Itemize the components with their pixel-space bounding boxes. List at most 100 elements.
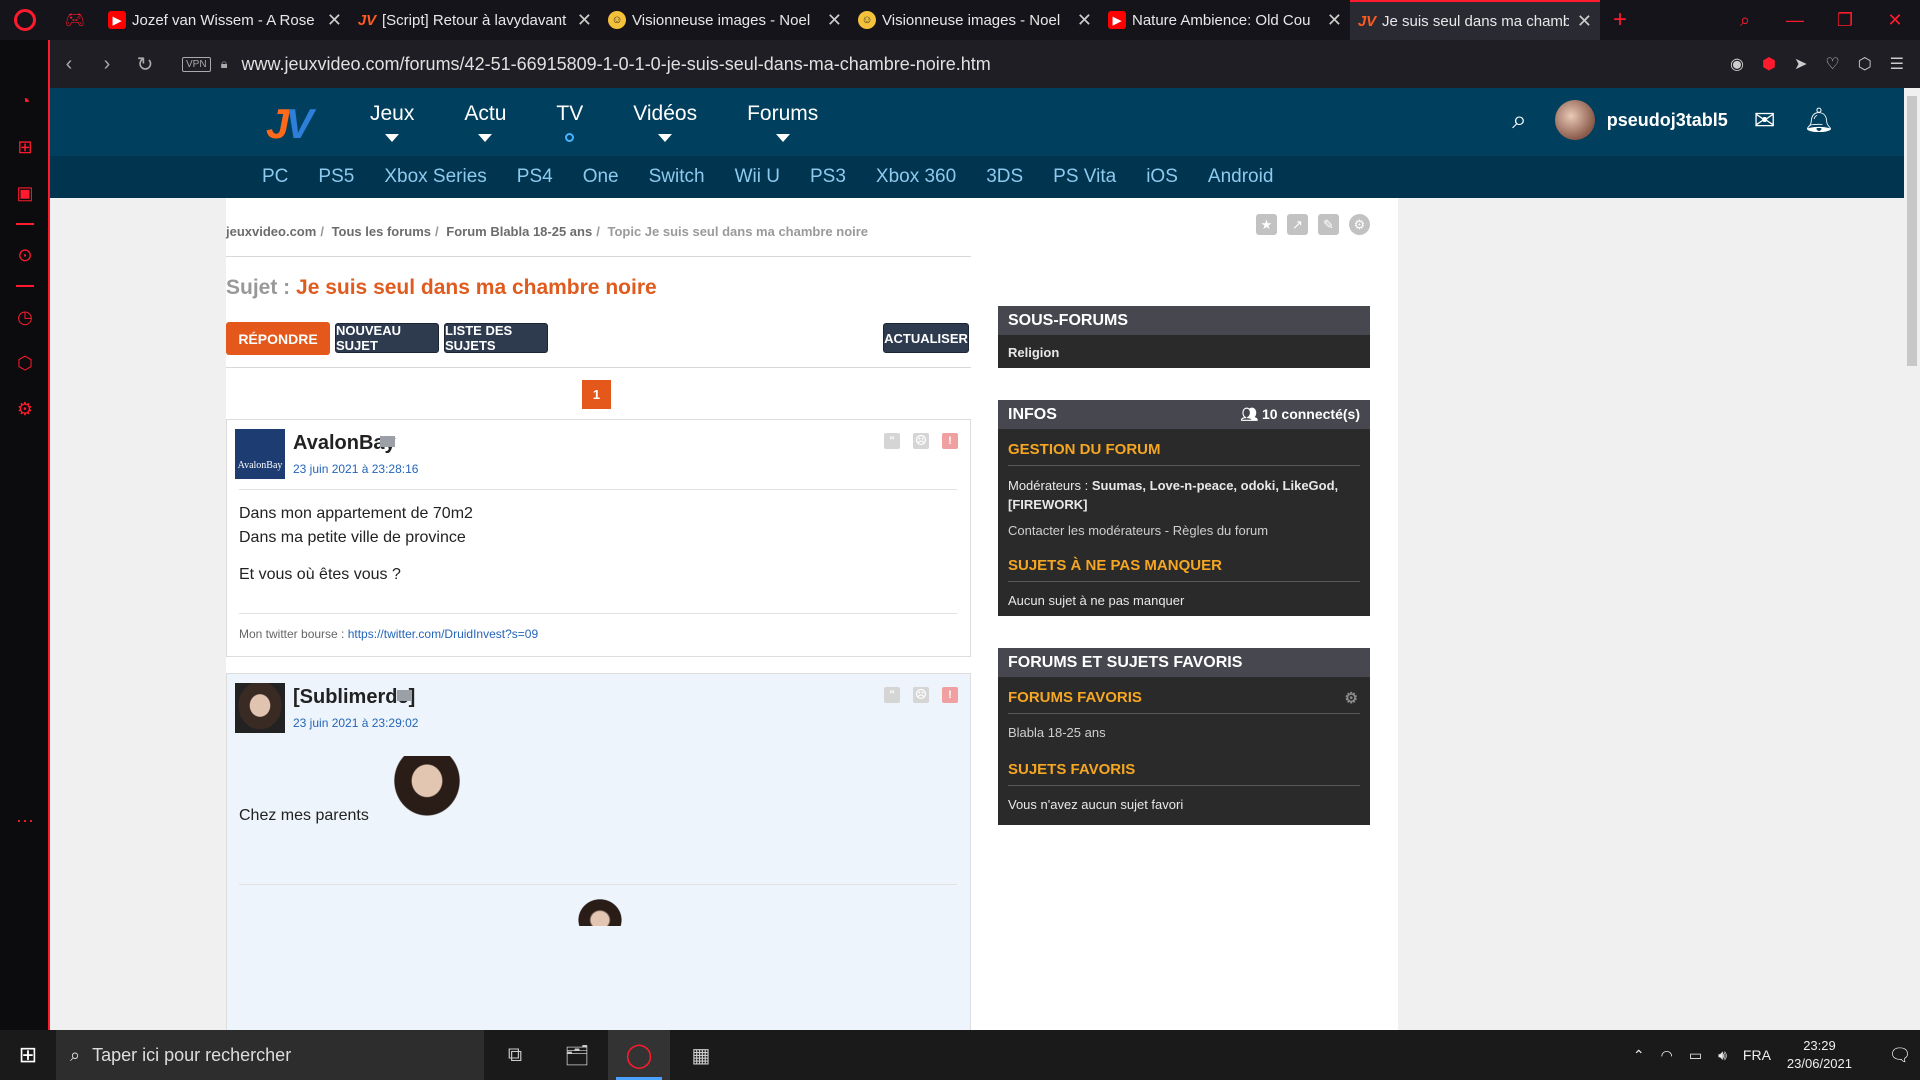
block-user-icon[interactable]: ☹ — [913, 433, 929, 449]
heart-icon[interactable]: ♡ — [1825, 54, 1839, 74]
close-tab-icon[interactable]: ✕ — [577, 10, 592, 31]
platform-link[interactable]: PS3 — [810, 166, 846, 188]
platform-link[interactable]: Xbox 360 — [876, 166, 956, 188]
twitch-icon[interactable]: ▣ — [14, 182, 36, 204]
browser-tab-active[interactable]: JV Je suis seul dans ma chamb ✕ — [1350, 0, 1600, 40]
back-icon[interactable]: ‹ — [50, 53, 88, 76]
signature-link[interactable]: https://twitter.com/DruidInvest?s=09 — [348, 627, 538, 641]
notification-bell-icon[interactable]: 🔔︎ — [1804, 106, 1834, 135]
close-tab-icon[interactable]: ✕ — [1077, 10, 1092, 31]
adblock-shield-icon[interactable]: ⬢ — [1762, 54, 1776, 74]
close-tab-icon[interactable]: ✕ — [327, 10, 342, 31]
platform-link[interactable]: PS5 — [318, 166, 354, 188]
notification-center-icon[interactable]: 🗨︎ — [1880, 1045, 1920, 1066]
vpn-badge[interactable]: VPN — [182, 56, 211, 72]
platform-link[interactable]: iOS — [1146, 166, 1178, 188]
report-icon[interactable]: ! — [942, 687, 958, 703]
volume-icon[interactable]: 🔊︎ — [1718, 1047, 1727, 1064]
browser-tab[interactable]: JV [Script] Retour à lavydavant ✕ — [350, 0, 600, 40]
block-user-icon[interactable]: ☹ — [913, 687, 929, 703]
gamepad-icon[interactable]: 🎮︎ — [50, 0, 100, 40]
platform-link[interactable]: PS4 — [517, 166, 553, 188]
gear-icon[interactable]: ⚙ — [14, 398, 36, 420]
share-icon[interactable]: ↗ — [1287, 214, 1308, 235]
quote-icon[interactable]: " — [884, 433, 900, 449]
nav-tv[interactable]: TV — [556, 102, 583, 142]
reply-button[interactable]: RÉPONDRE — [226, 322, 330, 355]
close-tab-icon[interactable]: ✕ — [1577, 11, 1592, 32]
platform-link[interactable]: Xbox Series — [384, 166, 486, 188]
gear-icon[interactable]: ⚙ — [1345, 689, 1358, 707]
player-icon[interactable]: ⊙ — [14, 244, 36, 266]
topic-list-button[interactable]: LISTE DES SUJETS — [444, 323, 548, 353]
cube-icon[interactable]: ⬡ — [14, 352, 36, 374]
platform-link[interactable]: One — [583, 166, 619, 188]
breadcrumb-link[interactable]: jeuxvideo.com — [226, 224, 316, 239]
minecraft-icon[interactable]: ▦ — [670, 1030, 732, 1080]
file-explorer-icon[interactable]: 🗂︎ — [546, 1030, 608, 1080]
platform-link[interactable]: PS Vita — [1053, 166, 1116, 188]
camera-icon[interactable]: ◉ — [1730, 54, 1744, 74]
post-date[interactable]: 23 juin 2021 à 23:29:02 — [293, 716, 418, 730]
connected-count[interactable]: 👥︎ 10 connecté(s) — [1240, 400, 1360, 429]
settings-sliders-icon[interactable]: ☰ — [1890, 54, 1904, 74]
windows-start-icon[interactable]: ⊞ — [0, 1042, 56, 1068]
task-view-icon[interactable]: ⧉ — [484, 1030, 546, 1080]
jv-logo[interactable]: JV — [266, 100, 313, 148]
close-window-icon[interactable]: ✕ — [1870, 10, 1920, 31]
subforum-link[interactable]: Religion — [998, 335, 1370, 360]
close-tab-icon[interactable]: ✕ — [827, 10, 842, 31]
contact-moderators-link[interactable]: Contacter les modérateurs - Règles du fo… — [998, 514, 1370, 538]
reload-icon[interactable]: ↻ — [126, 52, 164, 77]
mail-icon[interactable]: ✉ — [1754, 105, 1776, 136]
restore-icon[interactable]: ❐ — [1820, 10, 1870, 31]
browser-tab[interactable]: ▶ Nature Ambience: Old Cou ✕ — [1100, 0, 1350, 40]
page-scrollbar[interactable] — [1904, 88, 1920, 1030]
nav-actu[interactable]: Actu — [464, 102, 506, 142]
platform-link[interactable]: Android — [1208, 166, 1274, 188]
speed-dial-icon[interactable]: ◔ — [14, 90, 36, 112]
nav-jeux[interactable]: Jeux — [370, 102, 414, 142]
send-icon[interactable]: ➤ — [1794, 54, 1807, 74]
lock-icon[interactable]: 🔒︎ — [221, 56, 228, 72]
breadcrumb-link[interactable]: Tous les forums — [332, 224, 431, 239]
chevron-up-icon[interactable]: ⌃ — [1633, 1047, 1645, 1064]
gift-box-icon[interactable]: ⊞ — [14, 136, 36, 158]
minimize-icon[interactable]: — — [1770, 10, 1820, 31]
opera-menu-button[interactable] — [0, 0, 50, 40]
gear-icon[interactable]: ⚙ — [1349, 214, 1370, 235]
page-number[interactable]: 1 — [582, 380, 611, 409]
breadcrumb-link[interactable]: Forum Blabla 18-25 ans — [446, 224, 592, 239]
platform-link[interactable]: Switch — [649, 166, 705, 188]
taskbar-search[interactable]: ⌕ Taper ici pour rechercher — [56, 1030, 484, 1080]
platform-link[interactable]: PC — [262, 166, 288, 188]
search-tabs-icon[interactable]: ⌕ — [1720, 10, 1770, 31]
private-message-icon[interactable] — [397, 690, 412, 701]
browser-tab[interactable]: ☺ Visionneuse images - Noel ✕ — [850, 0, 1100, 40]
favorite-forum-link[interactable]: Blabla 18-25 ans — [998, 714, 1370, 740]
post-date[interactable]: 23 juin 2021 à 23:28:16 — [293, 462, 418, 476]
private-message-icon[interactable] — [380, 436, 395, 447]
report-icon[interactable]: ! — [942, 433, 958, 449]
new-tab-button[interactable]: + — [1600, 6, 1640, 34]
nav-videos[interactable]: Vidéos — [633, 102, 697, 142]
forward-icon[interactable]: › — [88, 53, 126, 76]
browser-tab[interactable]: ▶ Jozef van Wissem - A Rose ✕ — [100, 0, 350, 40]
brush-icon[interactable]: ✎ — [1318, 214, 1339, 235]
close-tab-icon[interactable]: ✕ — [1327, 10, 1342, 31]
star-icon[interactable]: ★ — [1256, 214, 1277, 235]
history-clock-icon[interactable]: ◷ — [14, 306, 36, 328]
opera-taskbar-icon[interactable]: ◯ — [608, 1030, 670, 1080]
refresh-button[interactable]: ACTUALISER — [883, 323, 969, 353]
url-field[interactable]: www.jeuxvideo.com/forums/42-51-66915809-… — [241, 54, 990, 75]
browser-tab[interactable]: ☺ Visionneuse images - Noel ✕ — [600, 0, 850, 40]
cube-icon[interactable]: ⬡ — [1858, 54, 1872, 74]
more-icon[interactable]: ⋯ — [14, 810, 36, 832]
quote-icon[interactable]: " — [884, 687, 900, 703]
new-topic-button[interactable]: NOUVEAU SUJET — [335, 323, 439, 353]
post-avatar[interactable] — [235, 683, 285, 733]
language-indicator[interactable]: FRA — [1743, 1047, 1771, 1063]
clock[interactable]: 23:29 23/06/2021 — [1787, 1037, 1852, 1073]
nav-forums[interactable]: Forums — [747, 102, 818, 142]
platform-link[interactable]: Wii U — [735, 166, 780, 188]
